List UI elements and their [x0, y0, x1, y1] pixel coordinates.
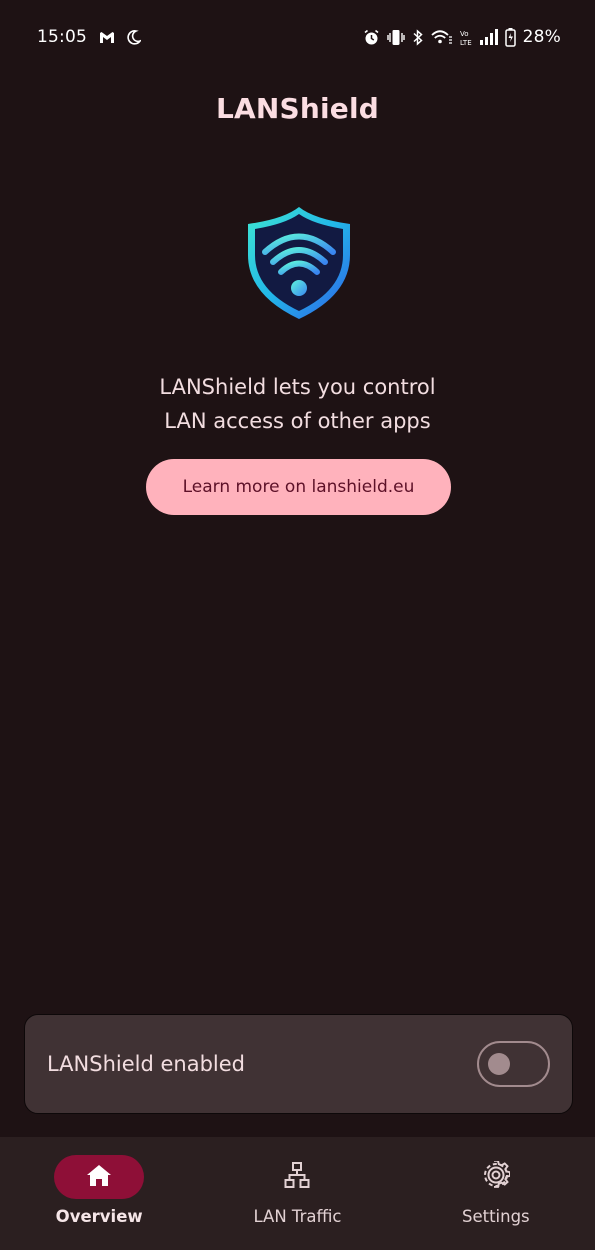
gmail-icon [99, 31, 115, 44]
tagline: LANShield lets you control LAN access of… [0, 370, 595, 438]
status-bar: 15:05 Vo LTE 28% [0, 0, 595, 74]
nav-label-settings: Settings [461, 1207, 530, 1226]
tagline-line-2: LAN access of other apps [164, 409, 431, 433]
toggle-knob [488, 1053, 510, 1075]
status-time: 15:05 [37, 27, 87, 47]
battery-percent: 28% [522, 27, 561, 47]
wifi-icon [430, 29, 453, 45]
volte-icon: Vo LTE [460, 29, 472, 46]
learn-more-button[interactable]: Learn more on lanshield.eu [146, 459, 451, 515]
enable-label: LANShield enabled [47, 1052, 246, 1076]
nav-label-overview: Overview [55, 1207, 143, 1226]
app-screen: 15:05 Vo LTE 28% LANShield LANShield let… [0, 0, 595, 1250]
status-right: Vo LTE 28% [363, 27, 561, 47]
do-not-disturb-moon-icon [127, 29, 141, 45]
nav-item-settings[interactable]: Settings [397, 1137, 595, 1250]
bluetooth-icon [412, 28, 424, 46]
page-title: LANShield [215, 92, 380, 125]
nav-pill-lan-traffic [252, 1155, 342, 1199]
shield-wifi-icon [246, 205, 352, 321]
home-icon [86, 1163, 112, 1191]
status-left: 15:05 [37, 27, 141, 47]
alarm-icon [363, 29, 380, 46]
nav-pill-settings [451, 1155, 541, 1199]
network-icon [284, 1161, 310, 1193]
enable-toggle[interactable] [477, 1041, 550, 1087]
nav-label-lan-traffic: LAN Traffic [253, 1207, 342, 1226]
svg-text:Vo: Vo [460, 30, 469, 38]
nav-item-lan-traffic[interactable]: LAN Traffic [198, 1137, 396, 1250]
enable-card: LANShield enabled [24, 1014, 573, 1114]
nav-pill-overview [54, 1155, 145, 1199]
gear-icon [482, 1159, 511, 1193]
svg-text:LTE: LTE [460, 39, 472, 46]
tagline-line-1: LANShield lets you control [159, 375, 436, 399]
nav-item-overview[interactable]: Overview [0, 1137, 198, 1250]
vibrate-icon [386, 29, 405, 46]
cell-signal-icon [479, 29, 498, 45]
bottom-nav: Overview LAN Traffic Settings [0, 1137, 595, 1250]
battery-icon [504, 27, 516, 47]
